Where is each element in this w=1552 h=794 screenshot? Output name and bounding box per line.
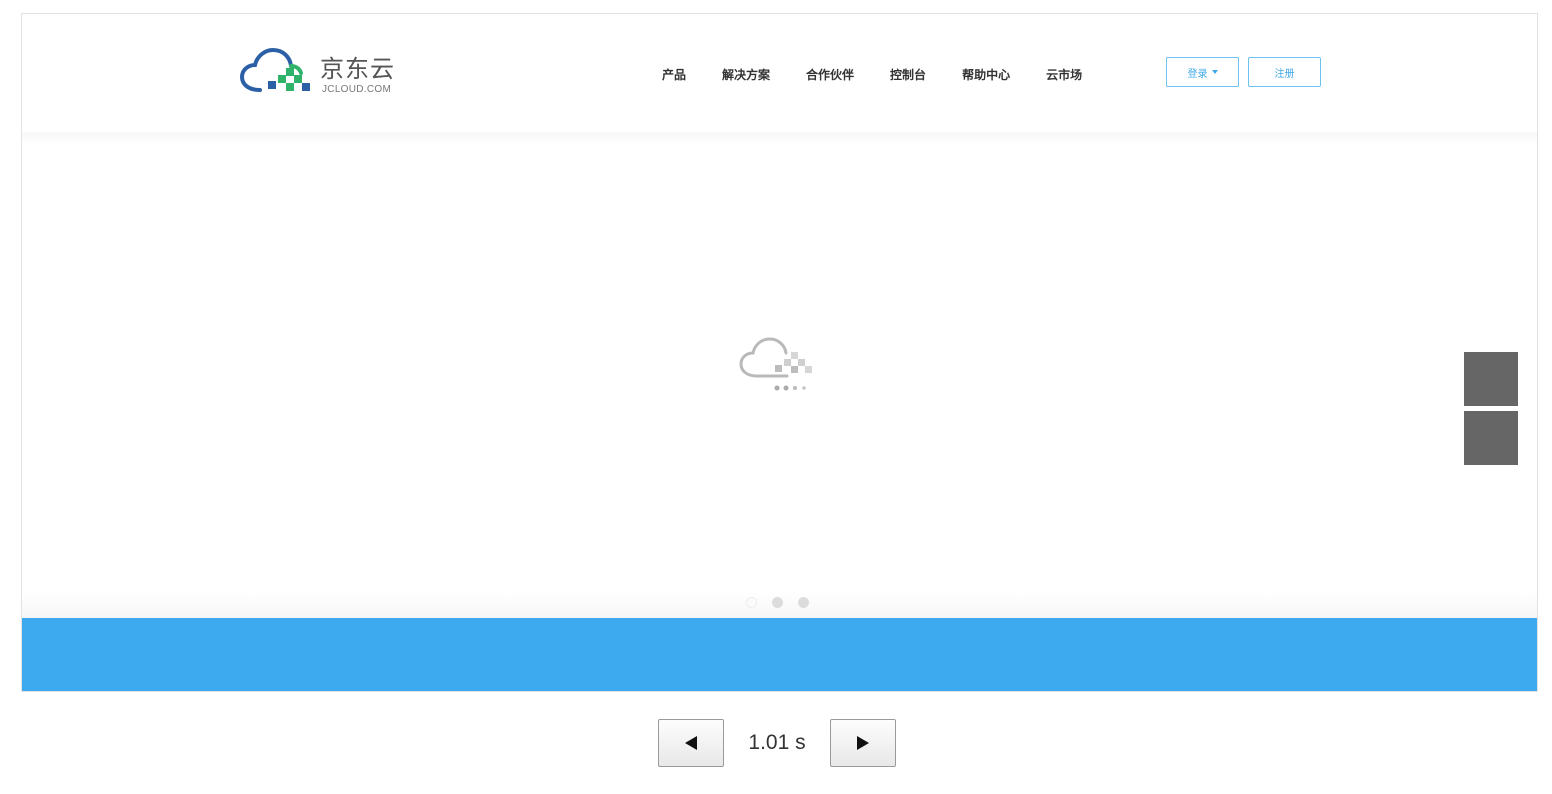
nav-item-products[interactable]: 产品 bbox=[662, 66, 686, 83]
blue-banner-strip bbox=[22, 618, 1537, 691]
nav-item-solutions[interactable]: 解决方案 bbox=[722, 66, 770, 83]
login-button-label: 登录 bbox=[1187, 68, 1208, 80]
hero-banner bbox=[22, 132, 1537, 618]
register-button[interactable]: 注册 bbox=[1248, 57, 1321, 87]
next-frame-button[interactable] bbox=[830, 719, 896, 767]
nav-item-console[interactable]: 控制台 bbox=[890, 66, 926, 83]
login-button[interactable]: 登录 bbox=[1166, 57, 1239, 87]
playback-time: 1.01 s bbox=[748, 731, 806, 754]
carousel-dot[interactable] bbox=[772, 597, 783, 608]
side-tool-button[interactable] bbox=[1464, 352, 1518, 406]
register-button-label: 注册 bbox=[1274, 68, 1295, 80]
carousel-dot[interactable] bbox=[798, 597, 809, 608]
nav-item-help-center[interactable]: 帮助中心 bbox=[962, 66, 1010, 83]
jdcloud-logo-icon bbox=[239, 47, 310, 92]
caret-down-icon bbox=[1211, 70, 1218, 74]
side-tool-button[interactable] bbox=[1464, 411, 1518, 465]
cloud-loading-icon bbox=[739, 337, 812, 391]
logo-brand-name: 京东云 bbox=[320, 55, 395, 83]
browser-viewport: 京东云 JCLOUD.COM 产品 解决方案 合作伙伴 控制台 帮助中心 云市场… bbox=[21, 13, 1538, 692]
site-header: 京东云 JCLOUD.COM 产品 解决方案 合作伙伴 控制台 帮助中心 云市场… bbox=[22, 14, 1537, 132]
previous-frame-button[interactable] bbox=[658, 719, 724, 767]
triangle-right-icon bbox=[857, 736, 869, 750]
nav-item-cloud-market[interactable]: 云市场 bbox=[1046, 66, 1082, 83]
carousel-dots bbox=[746, 597, 809, 608]
nav-item-partners[interactable]: 合作伙伴 bbox=[806, 66, 854, 83]
playback-controls: 1.01 s bbox=[658, 718, 896, 768]
triangle-left-icon bbox=[685, 736, 697, 750]
main-nav: 产品 解决方案 合作伙伴 控制台 帮助中心 云市场 bbox=[662, 66, 1118, 83]
site-logo[interactable]: 京东云 JCLOUD.COM bbox=[238, 44, 418, 100]
logo-domain-text: JCLOUD.COM bbox=[322, 84, 392, 95]
carousel-dot[interactable] bbox=[746, 597, 757, 608]
